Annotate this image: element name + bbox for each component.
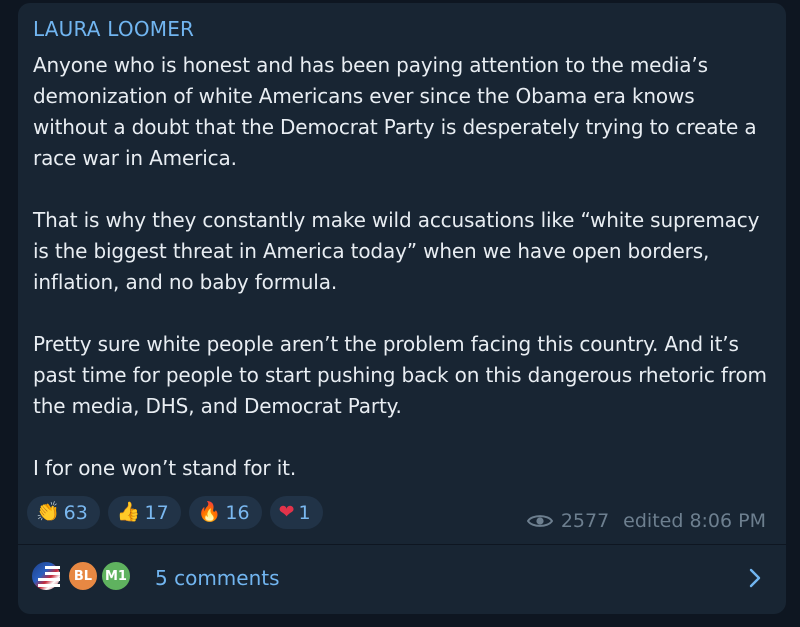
fire-icon: 🔥 — [197, 501, 222, 523]
reaction-thumbs-up[interactable]: 👍 17 — [107, 496, 181, 529]
reaction-fire[interactable]: 🔥 16 — [188, 496, 262, 529]
reaction-count: 1 — [298, 501, 311, 524]
reaction-count: 16 — [225, 501, 250, 524]
reactions-bar: 👏 63 👍 17 🔥 16 ❤ 1 — [27, 496, 323, 529]
thumbs-up-icon: 👍 — [116, 501, 141, 523]
view-count: 2577 — [560, 510, 610, 532]
message-meta: 2577 edited 8:06 PM — [526, 510, 766, 532]
reaction-heart[interactable]: ❤ 1 — [269, 496, 323, 529]
message-paragraph: Pretty sure white people aren’t the prob… — [33, 332, 767, 418]
message-text: Anyone who is honest and has been paying… — [33, 50, 768, 484]
flag-icon — [38, 566, 60, 587]
reaction-clap[interactable]: 👏 63 — [27, 496, 100, 529]
reaction-count: 17 — [144, 501, 169, 524]
channel-author-name[interactable]: LAURA LOOMER — [33, 17, 194, 41]
avatar: BL — [67, 560, 99, 592]
clapping-hands-icon: 👏 — [36, 501, 60, 523]
flag-avatar — [30, 560, 62, 592]
edited-timestamp: edited 8:06 PM — [623, 510, 766, 532]
eye-icon — [526, 515, 553, 527]
message-paragraph: That is why they constantly make wild ac… — [33, 208, 760, 294]
reaction-count: 63 — [63, 501, 88, 524]
message-paragraph: I for one won’t stand for it. — [33, 456, 297, 480]
comments-count-label: 5 comments — [155, 566, 280, 590]
heart-icon: ❤ — [278, 501, 295, 523]
chevron-right-icon — [749, 568, 761, 588]
comments-button[interactable]: BL M1 5 comments — [18, 545, 786, 611]
message-paragraph: Anyone who is honest and has been paying… — [33, 53, 757, 170]
avatar: M1 — [100, 560, 132, 592]
